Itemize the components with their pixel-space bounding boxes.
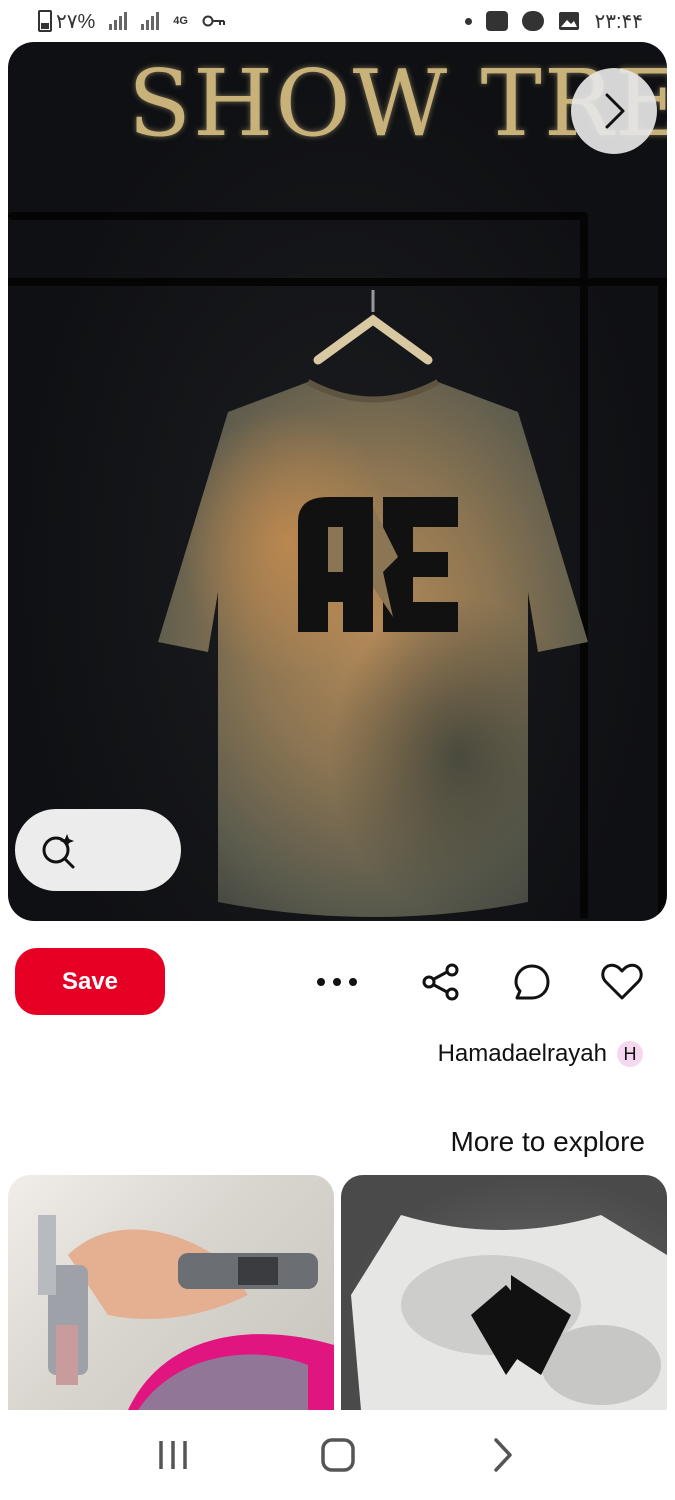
status-right: ٢٣:۴۴: [465, 9, 643, 34]
pin-image[interactable]: SHOW TREND: [8, 42, 667, 921]
share-icon: [422, 963, 459, 1001]
rack-post-right: [658, 282, 666, 921]
signal-icon-2: [141, 12, 160, 30]
back-icon: [493, 1438, 512, 1472]
rack-bar-lower: [8, 278, 667, 286]
comment-icon: [514, 964, 550, 1000]
battery-level: ٢٧%: [56, 10, 96, 33]
status-bar: ٢٧% 4G ٢٣:۴۴: [0, 0, 675, 42]
back-button[interactable]: [468, 1420, 538, 1490]
save-button[interactable]: Save: [15, 948, 165, 1015]
more-options-button[interactable]: [311, 956, 363, 1008]
recents-icon: [158, 1441, 187, 1469]
like-button[interactable]: [596, 956, 648, 1008]
notification-dot-icon: [465, 17, 473, 25]
message-icon: [486, 11, 509, 31]
creator-info[interactable]: Hamadaelrayah H: [438, 1040, 643, 1068]
creator-avatar[interactable]: H: [617, 1041, 643, 1067]
battery-icon: [38, 10, 52, 32]
explore-pin-card-2[interactable]: [341, 1175, 667, 1410]
system-nav-bar: [0, 1410, 675, 1500]
chevron-right-icon: [605, 93, 625, 129]
visual-search-icon: [42, 834, 75, 869]
creator-name[interactable]: Hamadaelrayah: [438, 1040, 607, 1068]
more-to-explore-heading: More to explore: [450, 1126, 645, 1157]
gallery-icon: [559, 12, 580, 30]
heart-icon: [601, 963, 643, 1000]
vpn-key-icon: [202, 15, 225, 27]
comment-button[interactable]: [506, 956, 558, 1008]
rack-bar: [8, 212, 588, 220]
visual-search-button[interactable]: [15, 809, 181, 891]
spray-gun-image: [38, 1215, 334, 1410]
messenger-icon: [522, 11, 545, 31]
explore-pin-card[interactable]: [8, 1175, 334, 1410]
home-icon: [320, 1438, 355, 1472]
battery-indicator: ٢٧%: [38, 9, 95, 34]
share-button[interactable]: [415, 956, 467, 1008]
clock: ٢٣:۴۴: [594, 10, 643, 33]
signal-icon: [109, 12, 128, 30]
tie-dye-shirt-image: [351, 1215, 667, 1410]
recents-button[interactable]: [138, 1420, 208, 1490]
more-icon: [317, 978, 357, 986]
home-button[interactable]: [303, 1420, 373, 1490]
next-image-button[interactable]: [571, 68, 657, 154]
network-type: 4G: [173, 15, 188, 27]
status-left: ٢٧% 4G: [38, 9, 226, 34]
tshirt-image: [158, 379, 588, 917]
